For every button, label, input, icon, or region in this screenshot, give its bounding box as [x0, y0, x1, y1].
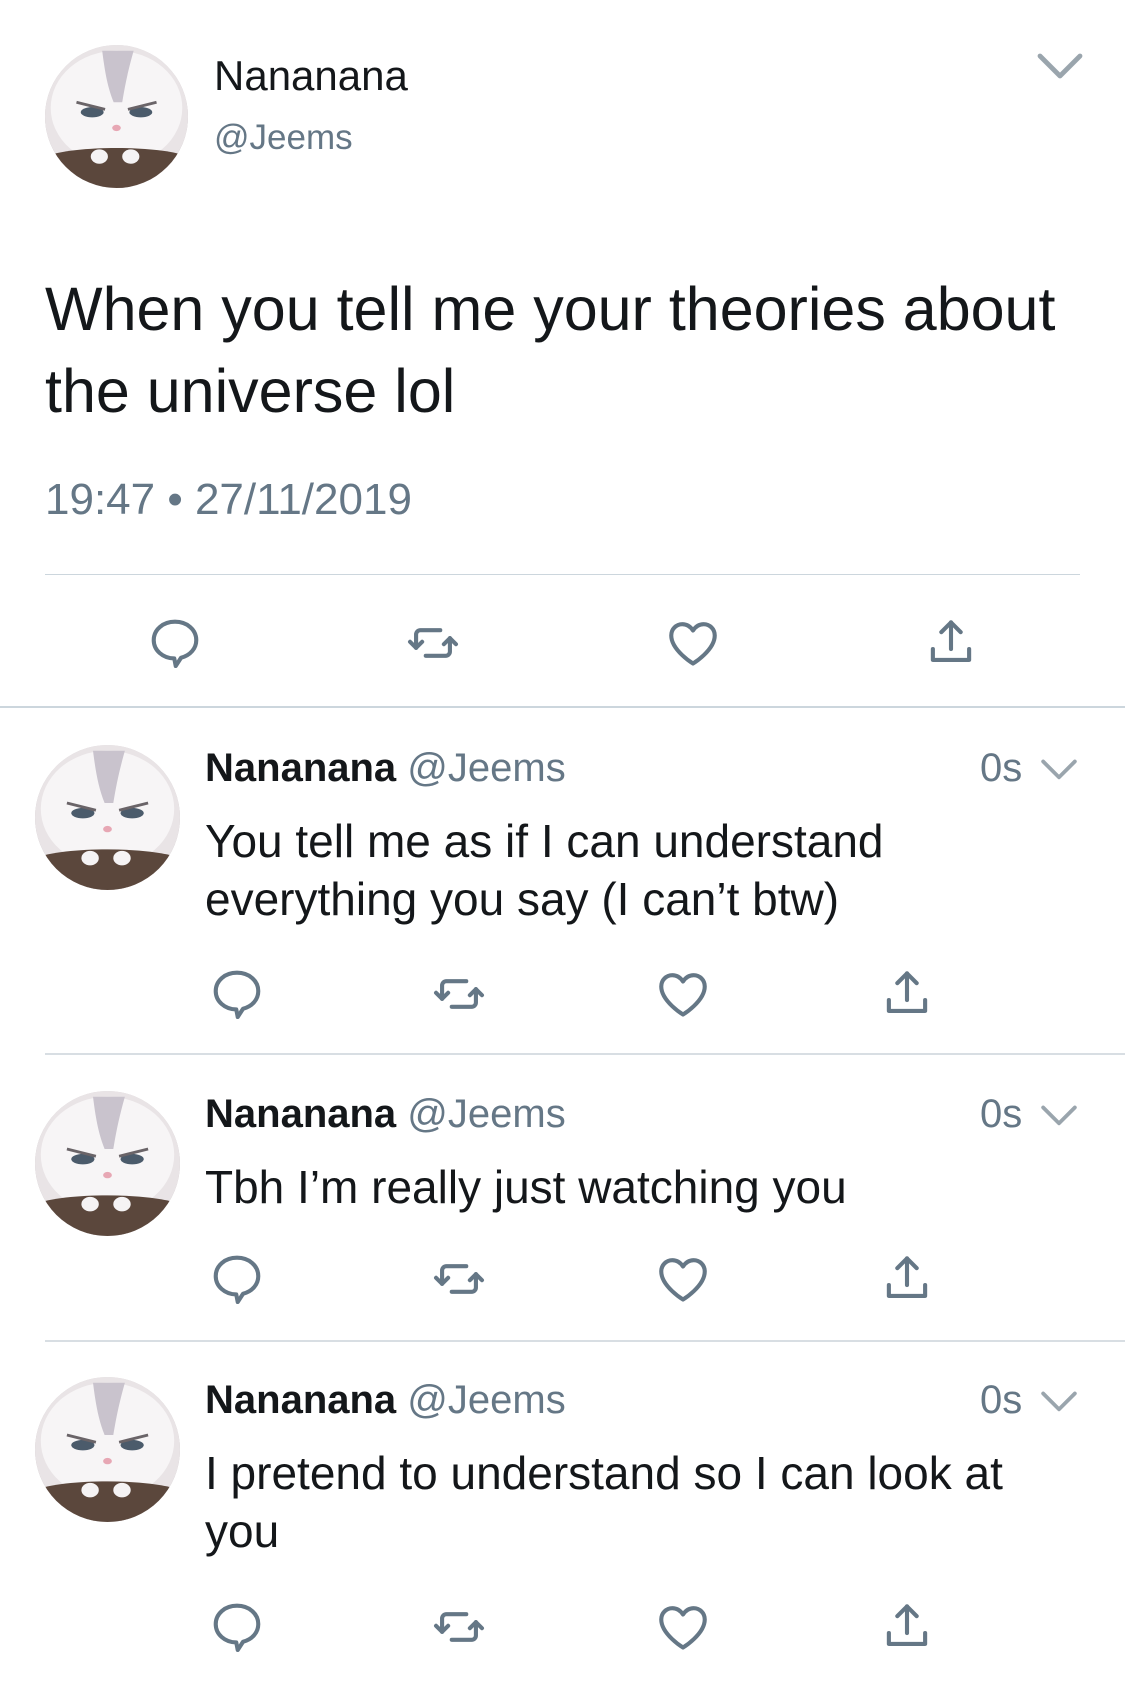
like-icon[interactable] [654, 965, 712, 1023]
display-name[interactable]: Nananana [205, 1092, 396, 1136]
reply-tweet: Nananana @Jeems 0s I pretend to understa… [0, 1372, 1125, 1686]
reply-icon[interactable] [208, 1598, 266, 1656]
chevron-down-icon[interactable] [1040, 758, 1078, 784]
share-icon[interactable] [878, 1250, 936, 1308]
share-icon[interactable] [878, 1598, 936, 1656]
tweet-text: When you tell me your theories about the… [45, 275, 1056, 425]
display-name[interactable]: Nananana [205, 746, 396, 790]
divider [45, 1053, 1125, 1055]
tweet-time[interactable]: 0s [980, 746, 1022, 791]
like-icon[interactable] [654, 1250, 712, 1308]
chevron-down-icon[interactable] [1040, 1104, 1078, 1130]
main-tweet: Nananana @Jeems When you tell me your th… [0, 0, 1125, 707]
avatar[interactable] [45, 45, 188, 188]
retweet-icon[interactable] [430, 965, 488, 1023]
reply-tweet: Nananana @Jeems 0s Tbh I’m really just w… [0, 1086, 1125, 1336]
username-handle[interactable]: @Jeems [407, 1378, 565, 1422]
display-name[interactable]: Nananana [214, 52, 408, 100]
tweet-time[interactable]: 0s [980, 1378, 1022, 1423]
divider [45, 574, 1080, 575]
reply-icon[interactable] [208, 965, 266, 1023]
avatar[interactable] [35, 1091, 180, 1236]
avatar[interactable] [35, 745, 180, 890]
tweet-timestamp[interactable]: 19:47 • 27/11/2019 [45, 475, 412, 525]
chevron-down-icon[interactable] [1040, 1390, 1078, 1416]
reply-icon[interactable] [146, 614, 204, 672]
retweet-icon[interactable] [404, 614, 462, 672]
share-icon[interactable] [878, 965, 936, 1023]
like-icon[interactable] [654, 1598, 712, 1656]
username-handle[interactable]: @Jeems [407, 746, 565, 790]
reply-tweet: Nananana @Jeems 0s You tell me as if I c… [0, 740, 1125, 1055]
tweet-time[interactable]: 0s [980, 1092, 1022, 1137]
tweet-header: Nananana @Jeems [205, 746, 566, 791]
retweet-icon[interactable] [430, 1598, 488, 1656]
tweet-text: You tell me as if I can understand every… [205, 815, 884, 925]
reply-icon[interactable] [208, 1250, 266, 1308]
divider [0, 706, 1125, 708]
tweet-header: Nananana @Jeems [205, 1092, 566, 1137]
retweet-icon[interactable] [430, 1250, 488, 1308]
tweet-text: I pretend to understand so I can look at… [205, 1447, 1003, 1557]
divider [45, 1340, 1125, 1342]
avatar[interactable] [35, 1377, 180, 1522]
like-icon[interactable] [664, 614, 722, 672]
tweet-header: Nananana @Jeems [205, 1378, 566, 1423]
username-handle[interactable]: @Jeems [407, 1092, 565, 1136]
chevron-down-icon[interactable] [1036, 52, 1084, 84]
username-handle[interactable]: @Jeems [214, 118, 353, 158]
display-name[interactable]: Nananana [205, 1378, 396, 1422]
tweet-text: Tbh I’m really just watching you [205, 1161, 847, 1213]
share-icon[interactable] [922, 614, 980, 672]
